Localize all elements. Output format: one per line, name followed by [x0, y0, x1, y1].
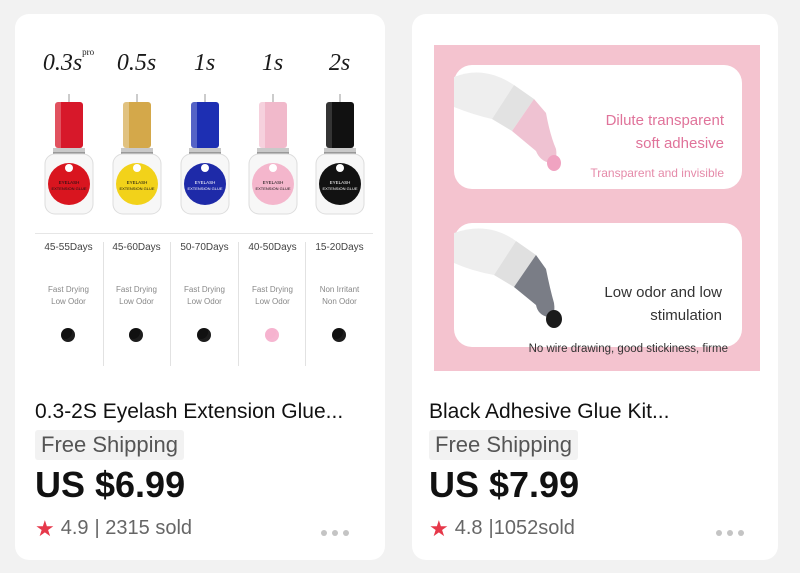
product-image-1[interactable]: 0.3spro EYELASH EXTENSION GLUE 45-55Days… [35, 46, 373, 368]
svg-text:EYELASH: EYELASH [127, 180, 148, 185]
rating-value: 4.8 [454, 517, 483, 539]
glue-bottle-blue: EYELASH EXTENSION GLUE [180, 94, 230, 215]
glue-variant-column: 1s EYELASH EXTENSION GLUE 40-50Days Fast… [239, 46, 306, 368]
svg-text:EXTENSION GLUE: EXTENSION GLUE [187, 186, 222, 191]
drying-speed: 0.3spro [42, 47, 95, 76]
glue-drop-swatch [332, 328, 346, 342]
panel-heading: Low odor and low stimulation [604, 284, 722, 324]
product-card-1[interactable]: 0.3spro EYELASH EXTENSION GLUE 45-55Days… [15, 14, 385, 560]
product-price: US $7.99 [429, 464, 580, 505]
drying-speed: 2s [328, 50, 351, 76]
svg-text:EXTENSION GLUE: EXTENSION GLUE [255, 186, 290, 191]
rating-value: 4.9 [60, 517, 89, 539]
svg-text:EYELASH: EYELASH [330, 180, 351, 185]
glue-bottle-black: EYELASH EXTENSION GLUE [315, 94, 365, 215]
svg-text:EYELASH: EYELASH [59, 180, 80, 185]
features: Fast Drying Low Odor [252, 285, 293, 306]
rating-row: ★ 4.8 |1052sold [429, 517, 575, 540]
star-icon: ★ [429, 515, 449, 541]
glue-bottle-gold: EYELASH EXTENSION GLUE [112, 94, 162, 215]
drying-speed: 0.5s [116, 50, 157, 76]
features: Fast Drying Low Odor [116, 285, 157, 306]
features: Non Irritant Non Odor [319, 285, 360, 306]
rating-row: ★ 4.9 | 2315 sold [35, 517, 192, 540]
svg-text:EXTENSION GLUE: EXTENSION GLUE [119, 186, 154, 191]
more-dots-icon[interactable] [321, 530, 349, 536]
feature-panel: Low odor and low stimulation No wire draw… [454, 223, 742, 355]
glue-drop-swatch [265, 328, 279, 342]
product-title[interactable]: Black Adhesive Glue Kit... [429, 400, 769, 424]
sold-count: | 2315 sold [94, 517, 193, 539]
panel-heading: Dilute transparent soft adhesive [605, 112, 724, 152]
glue-bottle-pink: EYELASH EXTENSION GLUE [248, 94, 298, 215]
svg-text:EXTENSION GLUE: EXTENSION GLUE [322, 186, 357, 191]
panel-caption: No wire drawing, good stickiness, firme [528, 343, 728, 355]
features: Fast Drying Low Odor [184, 285, 225, 306]
free-shipping-badge: Free Shipping [429, 430, 578, 460]
product-title[interactable]: 0.3-2S Eyelash Extension Glue... [35, 400, 375, 424]
drying-speed: 1s [261, 50, 284, 76]
glue-drop-swatch [129, 328, 143, 342]
retention-days: 15-20Days [315, 242, 364, 253]
free-shipping-badge: Free Shipping [35, 430, 184, 460]
glue-drop-swatch [61, 328, 75, 342]
svg-text:EXTENSION GLUE: EXTENSION GLUE [51, 186, 86, 191]
glue-variant-column: 0.5s EYELASH EXTENSION GLUE 45-60Days Fa… [103, 46, 170, 368]
svg-text:EYELASH: EYELASH [263, 180, 284, 185]
retention-days: 45-60Days [112, 242, 161, 253]
glue-bottle-red: EYELASH EXTENSION GLUE [44, 94, 94, 215]
retention-days: 45-55Days [44, 242, 93, 253]
glue-variant-column: 0.3spro EYELASH EXTENSION GLUE 45-55Days… [35, 46, 102, 368]
retention-days: 40-50Days [248, 242, 297, 253]
features: Fast Drying Low Odor [48, 285, 89, 306]
feature-panel: Dilute transparent soft adhesive Transpar… [454, 65, 742, 189]
svg-text:EYELASH: EYELASH [195, 180, 216, 185]
product-card-2[interactable]: Dilute transparent soft adhesive Transpar… [412, 14, 778, 560]
product-price: US $6.99 [35, 464, 186, 505]
glue-variant-column: 2s EYELASH EXTENSION GLUE 15-20Days Non … [306, 46, 373, 368]
panel-caption: Transparent and invisible [590, 166, 724, 180]
more-dots-icon[interactable] [716, 530, 744, 536]
drying-speed: 1s [193, 50, 216, 76]
glue-variant-column: 1s EYELASH EXTENSION GLUE 50-70Days Fast… [171, 46, 238, 368]
star-icon: ★ [35, 515, 55, 541]
sold-count: |1052sold [488, 517, 575, 539]
glue-drop-swatch [197, 328, 211, 342]
retention-days: 50-70Days [180, 242, 229, 253]
product-image-2[interactable]: Dilute transparent soft adhesive Transpar… [434, 45, 760, 371]
